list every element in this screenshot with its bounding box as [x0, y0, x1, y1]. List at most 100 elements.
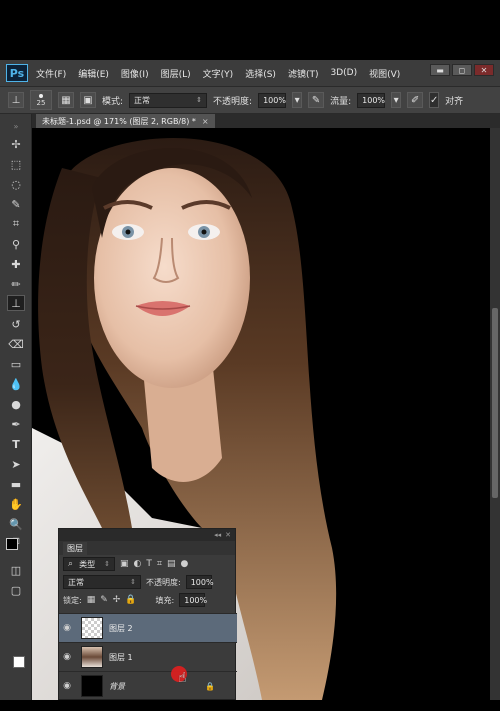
menu-type[interactable]: 文字(Y)	[203, 67, 234, 80]
eraser-tool-icon[interactable]: ⌫	[7, 336, 25, 352]
document-tab[interactable]: 未标题-1.psd @ 171% (图层 2, RGB/8) * ×	[36, 114, 215, 128]
close-button[interactable]: ✕	[474, 64, 494, 76]
healing-brush-tool-icon[interactable]: ✚	[7, 256, 25, 272]
adjustment-filter-icon[interactable]: ◐	[134, 559, 142, 569]
vertical-scrollbar[interactable]	[490, 128, 500, 700]
layer-row-background[interactable]: ◉ 背景 🔒	[59, 671, 237, 700]
menu-view[interactable]: 视图(V)	[369, 67, 400, 80]
brush-panel-icon[interactable]: ▦	[58, 92, 74, 108]
gradient-tool-icon[interactable]: ▭	[7, 356, 25, 372]
panel-collapse-icon[interactable]: »	[7, 118, 25, 134]
move-tool-icon[interactable]: ✢	[7, 136, 25, 152]
lasso-tool-icon[interactable]: ◌	[7, 176, 25, 192]
mode-label: 模式:	[102, 96, 124, 107]
layer-opacity-label: 不透明度:	[146, 577, 181, 587]
lock-label: 锁定:	[63, 595, 82, 605]
pixel-filter-icon[interactable]: ▣	[120, 559, 129, 569]
blend-mode-value: 正常	[68, 577, 84, 587]
blend-row: 正常 ⇕ 不透明度: 100%	[59, 573, 235, 591]
face	[94, 168, 250, 388]
layer-row-1[interactable]: ◉ 图层 1	[59, 642, 237, 671]
layer-filter-row: ⌕ 类型 ⇕ ▣ ◐ T ⌗ ▤ ●	[59, 555, 235, 573]
brush-size-picker[interactable]: 25	[30, 90, 52, 110]
layer-thumbnail	[81, 646, 103, 668]
clone-source-icon[interactable]: ▣	[80, 92, 96, 108]
left-pupil	[125, 229, 131, 235]
opacity-dropdown-icon[interactable]: ▾	[292, 92, 303, 108]
marquee-tool-icon[interactable]: ⬚	[7, 156, 25, 172]
document-tab-strip: 未标题-1.psd @ 171% (图层 2, RGB/8) * ×	[32, 114, 500, 128]
lock-all-icon[interactable]: 🔒	[125, 595, 136, 605]
lock-position-icon[interactable]: ✢	[113, 595, 121, 605]
crop-tool-icon[interactable]: ⌗	[7, 216, 25, 232]
lock-pixels-icon[interactable]: ✎	[100, 595, 108, 605]
filter-kind-select[interactable]: ⌕ 类型 ⇕	[63, 557, 115, 571]
type-tool-icon[interactable]: T	[7, 436, 25, 452]
document-tab-title: 未标题-1.psd @ 171% (图层 2, RGB/8) *	[42, 116, 196, 126]
opacity-input[interactable]: 100%	[258, 92, 287, 108]
maximize-button[interactable]: ◻	[452, 64, 472, 76]
layer-opacity-input[interactable]: 100%	[185, 575, 214, 589]
menu-image[interactable]: 图像(I)	[121, 67, 149, 80]
collapse-panel-icon[interactable]: ◂◂	[214, 531, 221, 539]
hand-tool-icon[interactable]: ✋	[7, 496, 25, 512]
window-controls: ▬ ◻ ✕	[430, 64, 494, 76]
tools-panel: » ✢ ⬚ ◌ ✎ ⌗ ⚲ ✚ ✏ ⊥ ↺ ⌫ ▭ 💧 ● ✒ T ➤ ▬ ✋ …	[0, 114, 32, 700]
flow-input[interactable]: 100%	[357, 92, 386, 108]
menu-file[interactable]: 文件(F)	[36, 67, 66, 80]
foreground-color-swatch[interactable]	[6, 538, 18, 550]
quick-mask-icon[interactable]: ◫	[7, 562, 25, 578]
clone-stamp-tool-icon[interactable]: ⊥	[7, 295, 25, 311]
fill-input[interactable]: 100%	[179, 593, 207, 607]
flow-dropdown-icon[interactable]: ▾	[391, 92, 402, 108]
type-filter-icon[interactable]: T	[146, 559, 152, 569]
visibility-eye-icon[interactable]: ◉	[59, 623, 75, 633]
clone-stamp-tool-icon[interactable]: ⊥	[8, 92, 24, 108]
chevron-down-icon: ⇕	[130, 578, 136, 586]
close-panel-icon[interactable]: ✕	[225, 531, 231, 539]
mode-select[interactable]: 正常 ⇕	[129, 92, 208, 108]
shape-tool-icon[interactable]: ▬	[7, 476, 25, 492]
visibility-eye-icon[interactable]: ◉	[59, 652, 75, 662]
opacity-value: 100%	[263, 95, 286, 105]
brush-tool-icon[interactable]: ✏	[7, 276, 25, 292]
right-pupil	[201, 229, 207, 235]
eyedropper-tool-icon[interactable]: ⚲	[7, 236, 25, 252]
blend-mode-select[interactable]: 正常 ⇕	[63, 575, 141, 589]
tab-layers[interactable]: 图层	[63, 541, 87, 555]
background-color-swatch[interactable]	[13, 656, 25, 668]
shape-filter-icon[interactable]: ⌗	[157, 559, 162, 569]
close-icon[interactable]: ×	[202, 117, 209, 126]
lock-transparent-icon[interactable]: ▦	[87, 595, 96, 605]
path-select-tool-icon[interactable]: ➤	[7, 456, 25, 472]
quick-select-tool-icon[interactable]: ✎	[7, 196, 25, 212]
options-bar: ⊥ 25 ▦ ▣ 模式: 正常 ⇕ 不透明度: 100% ▾ ✎ 流量: 100…	[0, 87, 500, 114]
dodge-tool-icon[interactable]: ●	[7, 396, 25, 412]
history-brush-tool-icon[interactable]: ↺	[7, 316, 25, 332]
menu-edit[interactable]: 编辑(E)	[78, 67, 109, 80]
layer-row-2[interactable]: ◉ 图层 2	[59, 613, 237, 642]
align-label: 对齐	[445, 96, 464, 107]
airbrush-icon[interactable]: ✐	[407, 92, 424, 108]
minimize-button[interactable]: ▬	[430, 64, 450, 76]
pen-tool-icon[interactable]: ✒	[7, 416, 25, 432]
align-checkbox[interactable]: ✓	[429, 92, 440, 108]
flow-value: 100%	[362, 95, 386, 105]
screen-mode-icon[interactable]: ▢	[7, 582, 25, 598]
menu-3d[interactable]: 3D(D)	[330, 68, 357, 78]
layer-thumbnail	[81, 617, 103, 639]
filter-toggle-icon[interactable]: ●	[180, 559, 188, 569]
blur-tool-icon[interactable]: 💧	[7, 376, 25, 392]
fill-label: 填充:	[155, 595, 175, 605]
visibility-eye-icon[interactable]: ◉	[59, 681, 75, 691]
pressure-opacity-icon[interactable]: ✎	[308, 92, 325, 108]
menu-select[interactable]: 选择(S)	[245, 67, 276, 80]
smart-object-filter-icon[interactable]: ▤	[167, 559, 176, 569]
zoom-tool-icon[interactable]: 🔍	[7, 516, 25, 532]
layer-opacity-value: 100%	[190, 577, 214, 587]
chevron-down-icon: ⇕	[196, 96, 203, 104]
menu-layer[interactable]: 图层(L)	[161, 67, 191, 80]
menu-filter[interactable]: 滤镜(T)	[288, 67, 319, 80]
scrollbar-thumb[interactable]	[492, 308, 498, 498]
mode-value: 正常	[134, 95, 151, 105]
